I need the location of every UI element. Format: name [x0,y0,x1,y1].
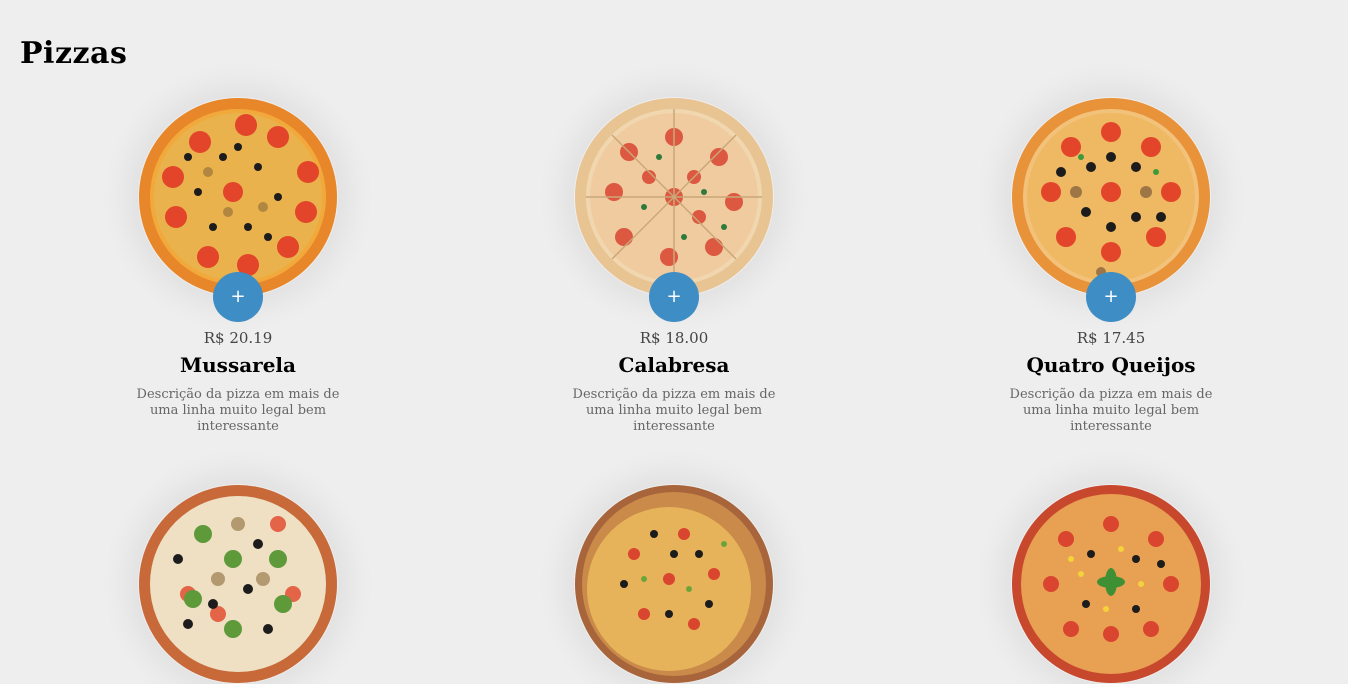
add-to-cart-button[interactable]: + [1086,272,1136,322]
pizza-description: Descrição da pizza em mais de uma linha … [1009,387,1213,434]
pizza-name: Mussarela [180,353,296,377]
pizza-image-6 [1012,485,1210,683]
pizza-image-quatro-queijos [1012,98,1210,296]
pizza-grid: + R$ 20.19 Mussarela Descrição da pizza … [0,0,1348,683]
pizza-card [554,484,794,684]
pizza-description: Descrição da pizza em mais de uma linha … [136,387,340,434]
pizza-card: + R$ 17.45 Quatro Queijos Descrição da p… [991,97,1231,435]
pizza-image-calabresa [575,98,773,296]
pizza-description: Descrição da pizza em mais de uma linha … [572,387,776,434]
pizza-name: Calabresa [618,353,730,377]
pizza-name: Quatro Queijos [1026,353,1196,377]
pizza-image-4 [139,485,337,683]
pizza-price: R$ 20.19 [203,329,273,347]
pizza-card: + R$ 18.00 Calabresa Descrição da pizza … [554,97,794,435]
pizza-image-wrap: + [1011,97,1211,322]
pizza-image-wrap [574,484,774,684]
pizza-card: + R$ 20.19 Mussarela Descrição da pizza … [118,97,358,435]
pizza-price: R$ 18.00 [639,329,709,347]
pizza-price: R$ 17.45 [1076,329,1146,347]
pizza-image-wrap: + [574,97,774,322]
pizza-image-mussarela [139,98,337,296]
pizza-card [991,484,1231,684]
add-to-cart-button[interactable]: + [649,272,699,322]
pizza-image-5 [575,485,773,683]
pizza-image-wrap: + [138,97,338,322]
pizza-image-wrap [1011,484,1211,684]
pizza-image-wrap [138,484,338,684]
add-to-cart-button[interactable]: + [213,272,263,322]
pizza-card [118,484,358,684]
